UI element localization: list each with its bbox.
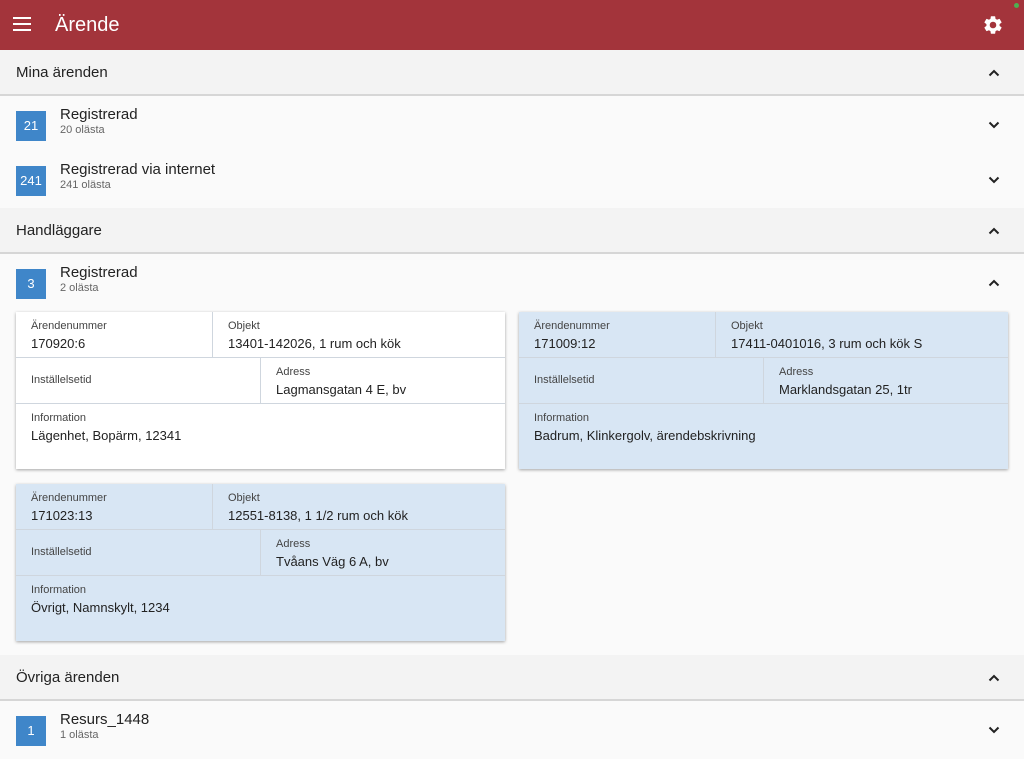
group-row-registrerad-via-internet[interactable]: 241 Registrerad via internet 241 olästa xyxy=(0,155,1024,205)
information-label: Information xyxy=(31,412,87,424)
group-title: Registrerad xyxy=(60,264,138,281)
information-value: Lägenhet, Bopärm, 12341 xyxy=(31,428,182,443)
objekt-label: Objekt xyxy=(228,492,260,504)
installelsetid-cell: Inställelsetid xyxy=(519,358,763,403)
menu-icon[interactable] xyxy=(13,16,33,32)
chevron-up-icon[interactable] xyxy=(988,277,1000,289)
count-badge: 3 xyxy=(16,269,46,299)
chevron-down-icon[interactable] xyxy=(988,119,1000,131)
chevron-down-icon[interactable] xyxy=(988,724,1000,736)
information-value: Badrum, Klinkergolv, ärendebskrivning xyxy=(534,428,756,443)
adress-cell: Adress Marklandsgatan 25, 1tr xyxy=(763,358,1008,403)
adress-label: Adress xyxy=(276,366,311,378)
information-cell: Information Lägenhet, Bopärm, 12341 xyxy=(16,404,505,469)
group-row-registrerad-handlaggare[interactable]: 3 Registrerad 2 olästa xyxy=(0,258,1024,308)
arendenummer-value: 170920:6 xyxy=(31,336,86,351)
information-value: Övrigt, Namnskylt, 1234 xyxy=(31,600,170,615)
gear-icon[interactable] xyxy=(982,14,1004,36)
card-row: Ärendenummer 170920:6 Objekt 13401-14202… xyxy=(16,312,505,358)
installelsetid-label: Inställelsetid xyxy=(534,374,595,386)
case-card[interactable]: Ärendenummer 171023:13 Objekt 12551-8138… xyxy=(16,484,505,641)
objekt-label: Objekt xyxy=(228,320,260,332)
arendenummer-cell: Ärendenummer 171023:13 xyxy=(16,484,212,529)
objekt-value: 12551-8138, 1 1/2 rum och kök xyxy=(228,508,408,523)
group-subtitle: 2 olästa xyxy=(60,282,99,294)
information-label: Information xyxy=(31,584,87,596)
objekt-cell: Objekt 12551-8138, 1 1/2 rum och kök xyxy=(212,484,505,529)
case-card[interactable]: Ärendenummer 171009:12 Objekt 17411-0401… xyxy=(519,312,1008,469)
group-row-resurs[interactable]: 1 Resurs_1448 1 olästa xyxy=(0,705,1024,755)
adress-value: Tvåans Väg 6 A, bv xyxy=(276,554,389,569)
arendenummer-label: Ärendenummer xyxy=(31,492,107,504)
arendenummer-cell: Ärendenummer 170920:6 xyxy=(16,312,212,357)
adress-cell: Adress Tvåans Väg 6 A, bv xyxy=(260,530,505,575)
arendenummer-label: Ärendenummer xyxy=(534,320,610,332)
count-badge: 21 xyxy=(16,111,46,141)
adress-cell: Adress Lagmansgatan 4 E, bv xyxy=(260,358,505,403)
objekt-label: Objekt xyxy=(731,320,763,332)
chevron-up-icon[interactable] xyxy=(988,672,1000,684)
card-row: Information Lägenhet, Bopärm, 12341 xyxy=(16,404,505,469)
installelsetid-label: Inställelsetid xyxy=(31,374,92,386)
objekt-cell: Objekt 13401-142026, 1 rum och kök xyxy=(212,312,505,357)
installelsetid-label: Inställelsetid xyxy=(31,546,92,558)
section-title: Handläggare xyxy=(16,222,102,239)
card-row: Inställelsetid Adress Tvåans Väg 6 A, bv xyxy=(16,530,505,576)
card-row: Inställelsetid Adress Marklandsgatan 25,… xyxy=(519,358,1008,404)
group-title: Registrerad via internet xyxy=(60,161,216,178)
count-badge: 1 xyxy=(16,716,46,746)
chevron-down-icon[interactable] xyxy=(988,174,1000,186)
arendenummer-value: 171023:13 xyxy=(31,508,93,523)
installelsetid-cell: Inställelsetid xyxy=(16,358,260,403)
group-title: Registrerad xyxy=(60,106,138,123)
card-row: Ärendenummer 171009:12 Objekt 17411-0401… xyxy=(519,312,1008,358)
group-subtitle: 20 olästa xyxy=(60,124,105,136)
installelsetid-cell: Inställelsetid xyxy=(16,530,260,575)
count-badge: 241 xyxy=(16,166,46,196)
section-title: Mina ärenden xyxy=(16,64,108,81)
adress-label: Adress xyxy=(779,366,814,378)
arendenummer-label: Ärendenummer xyxy=(31,320,107,332)
arendenummer-value: 171009:12 xyxy=(534,336,596,351)
section-title: Övriga ärenden xyxy=(16,669,120,686)
page-title: Ärende xyxy=(55,14,120,36)
card-row: Ärendenummer 171023:13 Objekt 12551-8138… xyxy=(16,484,505,530)
information-label: Information xyxy=(534,412,590,424)
section-header-ovriga-arenden[interactable]: Övriga ärenden xyxy=(0,655,1024,701)
information-cell: Information Badrum, Klinkergolv, ärendeb… xyxy=(519,404,1008,469)
information-cell: Information Övrigt, Namnskylt, 1234 xyxy=(16,576,505,641)
objekt-value: 17411-0401016, 3 rum och kök S xyxy=(731,336,923,351)
adress-value: Marklandsgatan 25, 1tr xyxy=(779,382,912,397)
section-header-mina-arenden[interactable]: Mina ärenden xyxy=(0,50,1024,96)
group-subtitle: 1 olästa xyxy=(60,729,99,741)
card-row: Inställelsetid Adress Lagmansgatan 4 E, … xyxy=(16,358,505,404)
card-row: Information Badrum, Klinkergolv, ärendeb… xyxy=(519,404,1008,469)
card-row: Information Övrigt, Namnskylt, 1234 xyxy=(16,576,505,641)
objekt-cell: Objekt 17411-0401016, 3 rum och kök S xyxy=(715,312,1008,357)
section-header-handlaggare[interactable]: Handläggare xyxy=(0,208,1024,254)
adress-label: Adress xyxy=(276,538,311,550)
group-title: Resurs_1448 xyxy=(60,711,150,728)
objekt-value: 13401-142026, 1 rum och kök xyxy=(228,336,401,351)
adress-value: Lagmansgatan 4 E, bv xyxy=(276,382,407,397)
chevron-up-icon[interactable] xyxy=(988,225,1000,237)
app-bar: Ärende xyxy=(0,0,1024,50)
arendenummer-cell: Ärendenummer 171009:12 xyxy=(519,312,715,357)
group-subtitle: 241 olästa xyxy=(60,179,111,191)
group-row-registrerad[interactable]: 21 Registrerad 20 olästa xyxy=(0,100,1024,150)
chevron-up-icon[interactable] xyxy=(988,67,1000,79)
status-indicator xyxy=(1014,3,1019,8)
case-card[interactable]: Ärendenummer 170920:6 Objekt 13401-14202… xyxy=(16,312,505,469)
